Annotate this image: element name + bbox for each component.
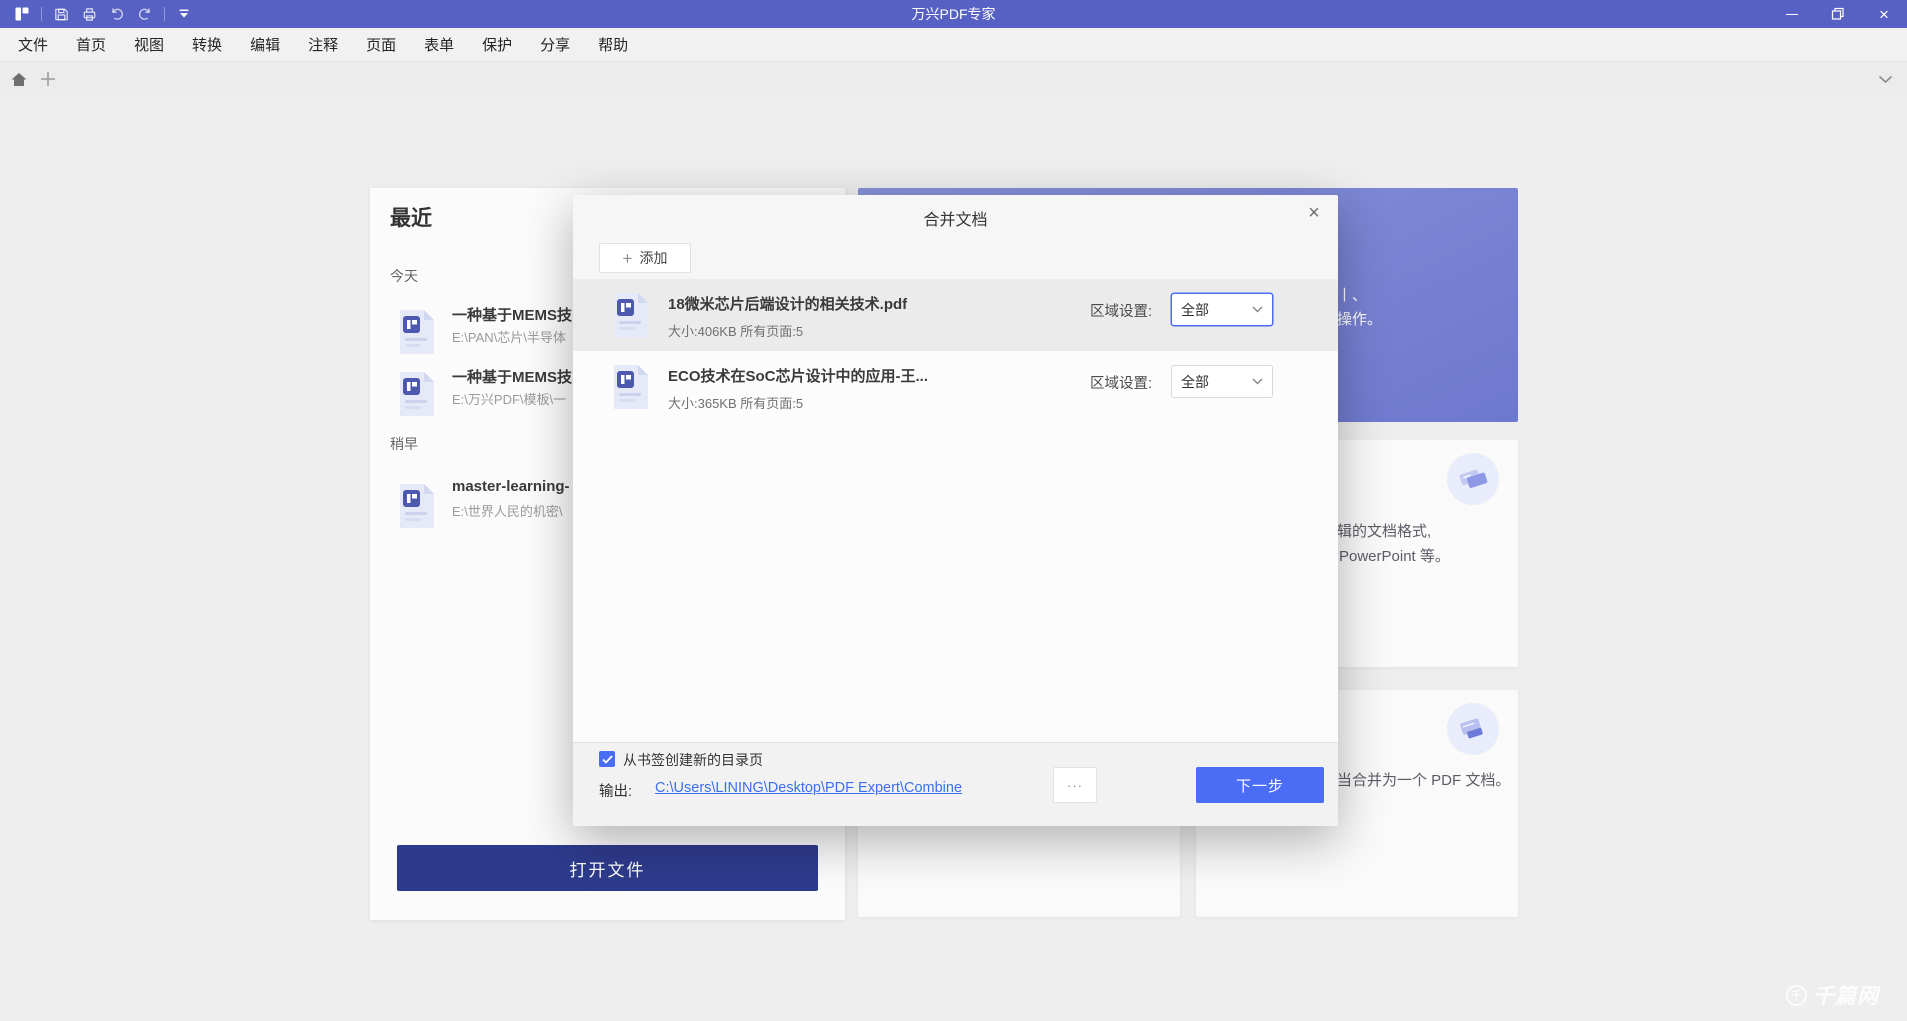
pdf-document-icon [610,363,650,411]
file-name: ECO技术在SoC芯片设计中的应用-王... [668,365,928,386]
promo-text-fragment: 丨、 [1337,284,1367,305]
output-label: 输出: [599,780,632,801]
merge-dialog: 合并文档 × + 添加 18微米芯片后端设计的相关技术.pdf 大小:406KB… [573,195,1338,826]
pdf-document-icon [610,291,650,339]
chevron-down-icon [1252,306,1263,313]
pdf-document-icon [394,308,438,356]
file-list: 18微米芯片后端设计的相关技术.pdf 大小:406KB 所有页面:5 区域设置… [573,279,1338,742]
app-window: 万兴PDF专家 × 文件 首页 视图 转换 编辑 注释 页面 表单 保护 分享 … [0,0,1907,1021]
tab-strip [0,63,1907,95]
home-tab[interactable] [8,69,30,89]
menu-file[interactable]: 文件 [18,34,48,55]
range-select[interactable]: 全部 [1171,293,1273,326]
file-meta: 大小:365KB 所有页面:5 [668,393,803,412]
merge-text-fragment: 当合并为一个 PDF 文档。 [1337,769,1510,790]
file-row[interactable]: 18微米芯片后端设计的相关技术.pdf 大小:406KB 所有页面:5 区域设置… [573,279,1338,351]
toc-checkbox-label: 从书签创建新的目录页 [623,750,763,770]
menu-protect[interactable]: 保护 [482,34,512,55]
file-name: 18微米芯片后端设计的相关技术.pdf [668,293,907,314]
output-path-link[interactable]: C:\Users\LINING\Desktop\PDF Expert\Combi… [655,780,962,796]
chevron-down-icon [1252,378,1263,385]
watermark: 千 千篇网 [1786,980,1879,1010]
pdf-document-icon [394,482,438,530]
plus-icon: + [623,250,633,267]
add-button-label: 添加 [639,248,667,268]
browse-button[interactable]: ··· [1053,767,1097,803]
convert-text-fragment: 辑的文档格式, [1337,520,1431,541]
open-file-button[interactable]: 打开文件 [397,845,818,891]
convert-text-fragment: PowerPoint 等。 [1339,545,1450,566]
file-row[interactable]: ECO技术在SoC芯片设计中的应用-王... 大小:365KB 所有页面:5 区… [573,351,1338,423]
range-label: 区域设置: [1090,372,1152,393]
maximize-button[interactable] [1815,0,1861,28]
range-select-value: 全部 [1181,372,1209,392]
menu-comment[interactable]: 注释 [308,34,338,55]
promo-text-fragment: 操作。 [1337,308,1382,329]
section-today: 今天 [390,266,418,286]
recent-item-path: E:\世界人民的机密\ [452,501,563,520]
merge-icon [1447,703,1499,755]
file-meta: 大小:406KB 所有页面:5 [668,321,803,340]
minimize-button[interactable] [1769,0,1815,28]
recent-item-name: master-learning- [452,478,570,495]
menu-form[interactable]: 表单 [424,34,454,55]
recent-item-name: 一种基于MEMS技 [452,304,572,325]
menu-edit[interactable]: 编辑 [250,34,280,55]
recent-item-path: E:\PAN\芯片\半导体 [452,327,566,346]
menu-bar: 文件 首页 视图 转换 编辑 注释 页面 表单 保护 分享 帮助 [0,28,1907,62]
window-title: 万兴PDF专家 [0,0,1907,28]
dialog-footer: 从书签创建新的目录页 输出: C:\Users\LINING\Desktop\P… [573,742,1338,826]
add-file-button[interactable]: + 添加 [599,243,691,273]
dialog-title: 合并文档 [573,206,1338,230]
range-select-value: 全部 [1181,300,1209,320]
dialog-close-icon[interactable]: × [1302,201,1326,225]
chevron-down-icon[interactable] [1875,69,1895,89]
menu-share[interactable]: 分享 [540,34,570,55]
close-button[interactable]: × [1861,0,1907,28]
range-label: 区域设置: [1090,300,1152,321]
menu-page[interactable]: 页面 [366,34,396,55]
next-button[interactable]: 下一步 [1196,767,1324,803]
toc-checkbox[interactable] [599,751,615,767]
menu-home[interactable]: 首页 [76,34,106,55]
convert-icon [1447,453,1499,505]
range-select[interactable]: 全部 [1171,365,1273,398]
watermark-text: 千篇网 [1813,980,1879,1010]
menu-help[interactable]: 帮助 [598,34,628,55]
recent-item-path: E:\万兴PDF\模板\一 [452,389,566,408]
section-earlier: 稍早 [390,434,418,454]
pdf-document-icon [394,370,438,418]
title-bar: 万兴PDF专家 × [0,0,1907,28]
recent-title: 最近 [390,202,432,232]
menu-view[interactable]: 视图 [134,34,164,55]
recent-item-name: 一种基于MEMS技 [452,366,572,387]
menu-convert[interactable]: 转换 [192,34,222,55]
watermark-logo: 千 [1786,985,1807,1006]
new-tab-button[interactable] [38,69,58,89]
